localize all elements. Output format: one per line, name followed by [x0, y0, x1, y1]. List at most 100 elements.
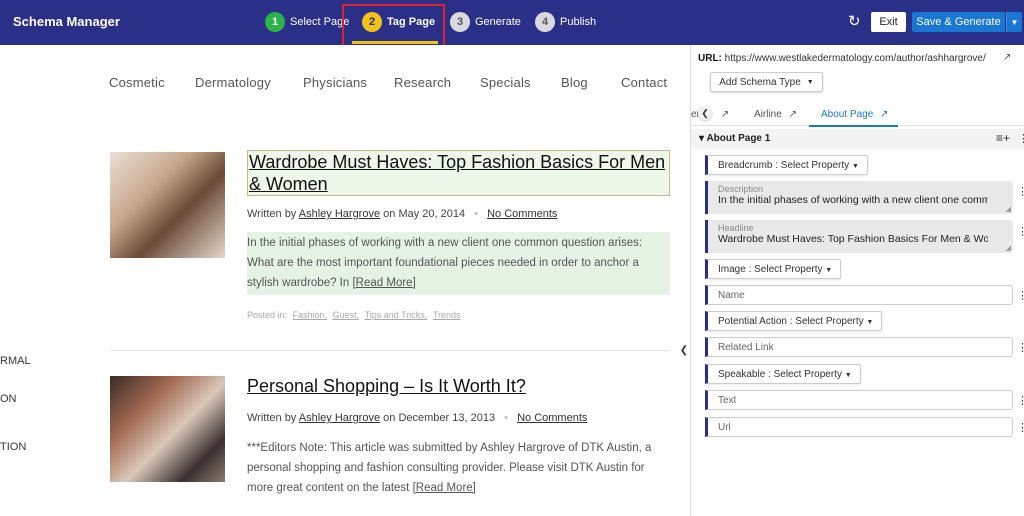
description-field[interactable]: Description In the initial phases of wor… [705, 181, 1013, 214]
section-header[interactable]: ▾ About Page 1 ≡+ ⋮ [691, 129, 1024, 149]
add-schema-type-button[interactable]: Add Schema Type ▼ [710, 72, 823, 92]
url-label: URL: [698, 53, 722, 64]
post-date: December 13, 2013 [398, 412, 496, 424]
tab-label: Airline [754, 109, 782, 120]
more-options-icon[interactable]: ⋮ [1018, 132, 1024, 145]
written-by-label: Written by [247, 208, 297, 220]
step-select-page[interactable]: 1 Select Page [265, 11, 349, 33]
post-date: May 20, 2014 [398, 208, 466, 220]
read-more-link[interactable]: [Read More] [413, 482, 476, 494]
nav-item-physicians[interactable]: Physicians [303, 75, 367, 90]
more-options-icon[interactable]: ⋮ [1017, 185, 1024, 198]
refresh-icon[interactable]: ↻ [848, 12, 861, 30]
save-generate-button[interactable]: Save & Generate [912, 12, 1005, 32]
breadcrumb-select[interactable]: Breadcrumb : Select Property ▼ [705, 155, 868, 175]
app-title: Schema Manager [13, 14, 120, 29]
select-label: Image : Select Property [718, 264, 823, 275]
tab-airline[interactable]: Airline ↗ [754, 109, 797, 120]
select-label: Potential Action : Select Property [718, 316, 864, 327]
schema-tabs: er ↗ Airline ↗ About Page ↗ [691, 103, 1024, 126]
speakable-select[interactable]: Speakable : Select Property ▼ [705, 364, 861, 384]
author-link[interactable]: Ashley Hargrove [299, 412, 380, 424]
chevron-down-icon: ▼ [851, 163, 859, 170]
exit-button[interactable]: Exit [871, 12, 906, 32]
nav-item-research[interactable]: Research [394, 75, 451, 90]
chevron-left-icon[interactable]: ❮ [698, 106, 712, 120]
chevron-down-icon: ▼ [806, 78, 814, 86]
more-options-icon[interactable]: ⋮ [1017, 394, 1024, 407]
schema-panel: URL: https://www.westlakedermatology.com… [690, 45, 1024, 516]
input-placeholder: Name [718, 290, 745, 301]
field-value: Wardrobe Must Haves: Top Fashion Basics … [718, 233, 988, 245]
more-options-icon[interactable]: ⋮ [1017, 421, 1024, 434]
nav-item-contact[interactable]: Contact [621, 75, 667, 90]
post-thumbnail[interactable] [110, 376, 225, 482]
step-generate[interactable]: 3 Generate [450, 11, 521, 33]
more-options-icon[interactable]: ⋮ [1017, 225, 1024, 238]
category-link[interactable]: Guest, [333, 310, 360, 320]
resize-handle-icon[interactable]: ◢ [1006, 244, 1011, 252]
potential-action-select[interactable]: Potential Action : Select Property ▼ [705, 311, 883, 331]
edge-text: RMAL [0, 355, 31, 367]
nav-item-blog[interactable]: Blog [561, 75, 588, 90]
chevron-down-icon: ▼ [844, 372, 852, 379]
step-publish[interactable]: 4 Publish [535, 11, 596, 33]
chevron-left-icon[interactable]: ❮ [678, 341, 690, 359]
field-label: Headline [718, 223, 754, 233]
chevron-down-icon: ▼ [825, 267, 833, 274]
external-link-icon[interactable]: ↗ [789, 109, 797, 120]
resize-handle-icon[interactable]: ◢ [1006, 205, 1011, 213]
category-link[interactable]: Tips and Tricks, [365, 310, 428, 320]
external-link-icon[interactable]: ↗ [1003, 52, 1011, 63]
read-more-link[interactable]: [Read More] [352, 277, 415, 289]
post-divider [110, 350, 670, 351]
more-options-icon[interactable]: ⋮ [1017, 289, 1024, 302]
nav-item-cosmetic[interactable]: Cosmetic [109, 75, 165, 90]
post-title[interactable]: Wardrobe Must Haves: Top Fashion Basics … [247, 150, 670, 196]
category-link[interactable]: Trends [433, 310, 461, 320]
post-excerpt: In the initial phases of working with a … [247, 232, 670, 295]
website-preview: Cosmetic Dermatology Physicians Research… [0, 45, 690, 516]
input-placeholder: Text [718, 395, 737, 406]
add-property-icon[interactable]: ≡+ [996, 131, 1010, 145]
input-placeholder: Related Link [718, 342, 774, 353]
post-byline: Written by Ashley Hargrove on May 20, 20… [247, 208, 557, 220]
input-placeholder: Url [718, 422, 731, 433]
tab-about-page[interactable]: About Page ↗ [821, 109, 888, 120]
separator: • [504, 412, 509, 424]
site-nav: Cosmetic Dermatology Physicians Research… [0, 75, 690, 95]
step-label: Publish [560, 16, 597, 28]
post-thumbnail[interactable] [110, 152, 225, 258]
comments-link[interactable]: No Comments [487, 208, 557, 220]
nav-item-specials[interactable]: Specials [480, 75, 531, 90]
comments-link[interactable]: No Comments [517, 412, 587, 424]
more-options-icon[interactable]: ⋮ [1017, 341, 1024, 354]
step-number: 3 [450, 12, 470, 32]
text-input[interactable]: Text [705, 390, 1013, 410]
tab-label: About Page [821, 109, 874, 120]
name-input[interactable]: Name [705, 285, 1013, 305]
separator: • [474, 208, 479, 220]
highlight-box [342, 4, 445, 48]
step-label: Generate [475, 16, 521, 28]
top-bar: Schema Manager 1 Select Page 2 Tag Page … [0, 0, 1024, 48]
chevron-down-icon[interactable]: ▼ [1006, 12, 1022, 32]
section-title-text: About Page 1 [706, 133, 771, 144]
external-link-icon[interactable]: ↗ [721, 109, 729, 120]
chevron-down-icon: ▼ [866, 319, 874, 326]
edge-text: TION [0, 441, 27, 453]
section-title: ▾ About Page 1 [699, 133, 771, 144]
post-title[interactable]: Personal Shopping – Is It Worth It? [247, 375, 670, 397]
related-link-input[interactable]: Related Link [705, 337, 1013, 357]
author-link[interactable]: Ashley Hargrove [299, 208, 380, 220]
external-link-icon[interactable]: ↗ [880, 109, 888, 120]
step-number: 1 [265, 12, 285, 32]
post-byline: Written by Ashley Hargrove on December 1… [247, 412, 587, 424]
nav-item-dermatology[interactable]: Dermatology [195, 75, 271, 90]
excerpt-text: In the initial phases of working with a … [247, 237, 643, 289]
on-label: on [383, 208, 396, 220]
image-select[interactable]: Image : Select Property ▼ [705, 259, 842, 279]
url-input[interactable]: Url [705, 417, 1013, 437]
headline-field[interactable]: Headline Wardrobe Must Haves: Top Fashio… [705, 220, 1013, 253]
category-link[interactable]: Fashion, [293, 310, 328, 320]
